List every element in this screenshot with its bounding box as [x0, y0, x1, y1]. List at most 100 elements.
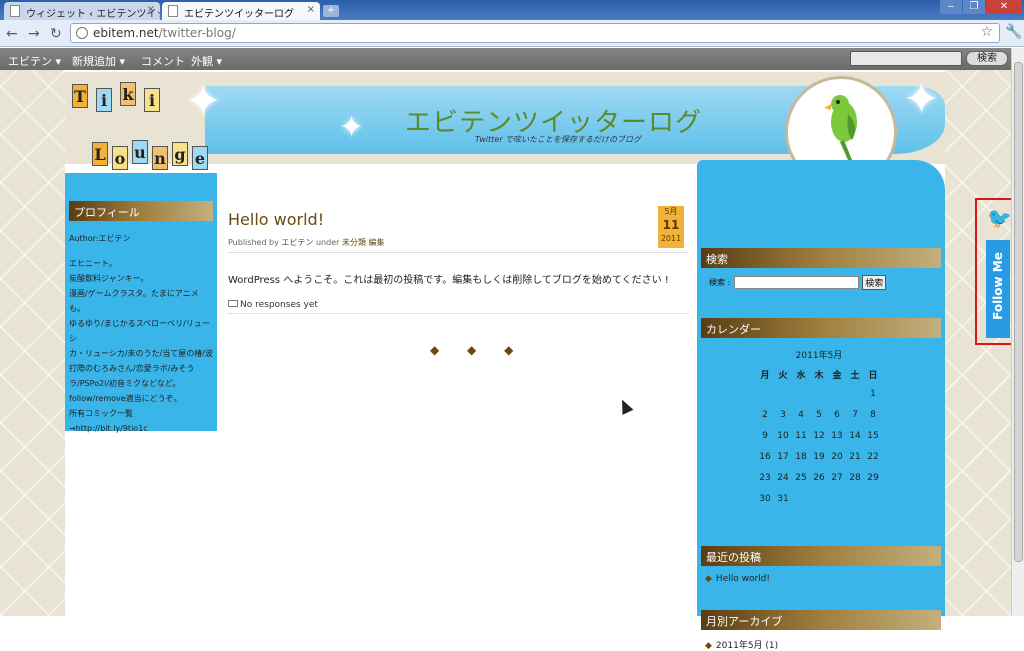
- admin-menu-appearance[interactable]: 外観 ▾: [191, 53, 222, 69]
- logo-letter: e: [192, 146, 208, 170]
- bio-link[interactable]: →http://bit.ly/9tio1c: [69, 421, 213, 436]
- meta-under: under: [315, 238, 340, 247]
- calendar-day: 2: [762, 409, 768, 420]
- window-close-button[interactable]: ✕: [986, 0, 1022, 14]
- weekday: 日: [868, 370, 878, 381]
- minimize-button[interactable]: ‒: [940, 0, 962, 14]
- date-month: 5月: [664, 207, 678, 216]
- calendar-day: 10: [777, 430, 789, 441]
- bio-line: カ・リューシカ/未のうた/当て屋の椿/波: [69, 349, 213, 358]
- post-edit-link[interactable]: 編集: [369, 238, 385, 247]
- calendar-week: 23 24 25 26 27 28 29: [756, 467, 882, 488]
- sparkle-icon: ✦: [339, 110, 365, 145]
- calendar-week: 16 17 18 19 20 21 22: [756, 446, 882, 467]
- calendar-day: 8: [870, 409, 876, 420]
- bio-line: ゆるゆり/まじかるスペローベリ/リューシ: [69, 319, 210, 343]
- browser-tab-strip: ウィジェット ‹ エビテンツイッタ... × エビテンツイッターログ × + ‒…: [0, 0, 1024, 20]
- url-host: ebitem.net: [93, 26, 159, 40]
- admin-search-button[interactable]: 検索: [966, 51, 1008, 66]
- archive-link[interactable]: 2011年5月 (1): [716, 641, 778, 651]
- date-badge: 5月 11 2011: [658, 206, 684, 248]
- post-author-link[interactable]: エビテン: [281, 238, 313, 247]
- forward-icon[interactable]: →: [28, 26, 40, 42]
- calendar-day: [792, 383, 810, 404]
- wrench-icon[interactable]: 🔧: [1005, 24, 1022, 40]
- calendar-day: 25: [795, 472, 807, 483]
- calendar-day: [828, 383, 846, 404]
- bio-line: 炭酸飲料ジャンキー。: [69, 274, 149, 283]
- admin-menu-site[interactable]: エビテン ▾: [8, 53, 61, 69]
- page-icon: [10, 5, 20, 17]
- page-scrollbar[interactable]: [1011, 48, 1024, 616]
- url-path: /twitter-blog/: [158, 26, 236, 40]
- scrollbar-thumb[interactable]: [1014, 62, 1023, 562]
- date-year: 2011: [660, 234, 682, 243]
- calendar-day: 6: [834, 409, 840, 420]
- tab-twitter-log[interactable]: エビテンツイッターログ ×: [162, 2, 320, 20]
- address-bar[interactable]: ebitem.net/twitter-blog/ ☆: [70, 23, 1000, 43]
- logo-letter: g: [172, 142, 188, 166]
- close-icon[interactable]: ×: [147, 4, 155, 15]
- admin-menu-new[interactable]: 新規追加 ▾: [72, 53, 125, 69]
- post-category-link[interactable]: 未分類: [342, 238, 366, 247]
- bookmark-star-icon[interactable]: ☆: [980, 24, 993, 40]
- calendar-day: [810, 383, 828, 404]
- profile-heading: プロフィール: [69, 201, 213, 221]
- left-sidebar: プロフィール Author:エビテン エヒニート。 炭酸飲料ジャンキー。 漫画/…: [65, 173, 217, 433]
- back-icon[interactable]: ←: [6, 26, 18, 42]
- post-footer: No responses yet: [228, 300, 688, 314]
- calendar-day: 1: [870, 388, 876, 399]
- new-tab-button[interactable]: +: [323, 5, 339, 17]
- bio-line: 所有コミック一覧: [69, 409, 133, 418]
- tab-label: エビテンツイッターログ: [184, 9, 294, 20]
- sparkle-icon: ✦: [903, 74, 940, 125]
- comment-icon: [228, 300, 238, 307]
- calendar-day: [756, 383, 774, 404]
- calendar-day: 24: [777, 472, 789, 483]
- reload-icon[interactable]: ↻: [50, 26, 62, 42]
- calendar-day: [846, 383, 864, 404]
- calendar-day: 20: [831, 451, 843, 462]
- calendar-day: 18: [795, 451, 807, 462]
- calendar-widget: カレンダー 2011年5月 月 火 水 木 金 土 日 1 2 3 4 5 6 7 8 9 10 1…: [699, 274, 941, 509]
- globe-icon: [76, 27, 88, 39]
- admin-menu-comments[interactable]: コメント: [141, 53, 185, 69]
- calendar-day: 12: [813, 430, 825, 441]
- admin-search-input[interactable]: [850, 51, 962, 66]
- post-separator: ◆ ◆ ◆: [430, 343, 526, 357]
- list-item: ◆ 2011年5月 (1): [699, 638, 939, 651]
- follow-me-button[interactable]: Follow Me: [986, 240, 1010, 338]
- profile-text: Author:エビテン エヒニート。 炭酸飲料ジャンキー。 漫画/ゲームクラスタ…: [65, 221, 217, 436]
- page-icon: [168, 5, 178, 17]
- tab-widgets[interactable]: ウィジェット ‹ エビテンツイッタ... ×: [4, 2, 160, 20]
- date-day: 11: [662, 218, 680, 232]
- follow-me-label: Follow Me: [991, 252, 1005, 320]
- diamond-icon: ◆: [705, 641, 712, 651]
- calendar-day: [774, 383, 792, 404]
- profile-author: Author:エビテン: [69, 234, 131, 243]
- main-post: Hello world! 5月 11 2011 Published by エビテ…: [228, 206, 688, 314]
- calendar-day: 13: [831, 430, 843, 441]
- calendar-table: 月 火 水 木 金 土 日 1 2 3 4 5 6 7 8 9 10 11 12 13 14 15 16 17 1…: [756, 365, 882, 509]
- logo-letter: o: [112, 146, 128, 170]
- calendar-day: 15: [867, 430, 879, 441]
- calendar-day: 4: [798, 409, 804, 420]
- calendar: 2011年5月 月 火 水 木 金 土 日 1 2 3 4 5 6 7 8 9 10 11 12 13 1…: [699, 348, 939, 509]
- calendar-day: 7: [852, 409, 858, 420]
- maximize-button[interactable]: ❐: [963, 0, 985, 14]
- bio-line: 打際のむろみさん/恋愛ラボ/みそう: [69, 364, 195, 373]
- calendar-day: 28: [849, 472, 861, 483]
- logo-letter: u: [132, 140, 148, 164]
- calendar-day: 27: [831, 472, 843, 483]
- calendar-day: 23: [759, 472, 771, 483]
- calendar-day: 21: [849, 451, 861, 462]
- post-title[interactable]: Hello world!: [228, 210, 688, 229]
- calendar-heading: カレンダー: [701, 318, 941, 338]
- parrot-icon: [824, 95, 857, 160]
- calendar-week: 9 10 11 12 13 14 15: [756, 425, 882, 446]
- logo-letter: i: [144, 88, 160, 112]
- weekday: 金: [832, 370, 842, 381]
- close-icon[interactable]: ×: [307, 4, 315, 15]
- responses-link[interactable]: No responses yet: [240, 300, 318, 310]
- weekday: 木: [814, 370, 824, 381]
